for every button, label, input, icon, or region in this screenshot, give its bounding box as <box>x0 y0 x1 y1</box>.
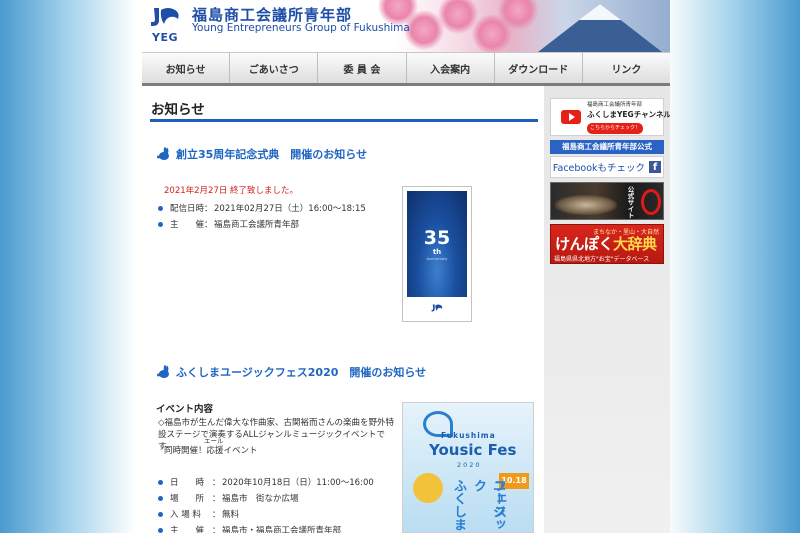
nav-item-greeting[interactable]: ごあいさつ <box>230 53 319 83</box>
poster-vertical-text: ふくしま <box>451 479 466 531</box>
page: YEG 福島商工会議所青年部 Young Entrepreneurs Group… <box>142 0 670 533</box>
bullet-icon <box>158 205 163 211</box>
bullet-icon <box>158 221 163 227</box>
poster-badge <box>413 473 443 503</box>
poster-small-text: Fukushima <box>441 431 496 440</box>
ruby-line: エール 同時開催！応援イベント <box>164 437 258 456</box>
event-subheading: イベント内容 <box>156 404 214 415</box>
poster-footer <box>407 297 467 319</box>
facebook-banner[interactable]: Facebookもチェック f <box>550 156 664 178</box>
row-label: 主 催 <box>170 220 205 230</box>
kenpoku-title-b: 大辞典 <box>613 235 657 253</box>
info-row: 入 場 料 ： 無料 <box>158 508 239 520</box>
logo-icon[interactable] <box>148 4 182 30</box>
poster-year: 2020 <box>457 461 482 469</box>
nav-item-download[interactable]: ダウンロード <box>495 53 583 83</box>
main-content: お知らせ 創立35周年記念式典 開催のお知らせ 2021年2月27日 終了致しま… <box>150 92 540 533</box>
crowd-image <box>555 195 617 215</box>
nav-item-committee[interactable]: 委 員 会 <box>318 53 407 83</box>
sidebar: 福島商工会議所青年部 ふくしまYEGチャンネル こちらからチェック！ 福島商工会… <box>544 86 670 533</box>
nav-item-links[interactable]: リンク <box>583 53 670 83</box>
bullet-icon <box>158 511 163 517</box>
row-value: 2021年02月27日（土）16:00～18:15 <box>214 204 366 214</box>
youtube-icon <box>561 110 581 124</box>
row-value: 福島市・福島商工会議所青年部 <box>222 526 342 533</box>
logo-text: YEG <box>152 31 179 44</box>
youtube-line1: 福島商工会議所青年部 <box>587 101 643 108</box>
info-row: 主 催 ： 福島商工会議所青年部 <box>158 218 299 230</box>
site-header: YEG 福島商工会議所青年部 Young Entrepreneurs Group… <box>142 0 670 52</box>
kenpoku-caption: 福島県県北地方"お宝"データベース <box>554 256 650 263</box>
rabbit-icon <box>157 147 169 160</box>
youtube-banner[interactable]: 福島商工会議所青年部 ふくしまYEGチャンネル こちらからチェック！ <box>550 98 670 136</box>
poster-vertical-text: フェス <box>491 479 506 518</box>
row-label: 日 時 <box>170 478 205 488</box>
youtube-line2: ふくしまYEGチャンネル <box>587 109 670 119</box>
poster-title: Yousic Fes <box>429 441 517 459</box>
poster-art: 35 th Anniversary <box>407 191 467 297</box>
facebook-label: Facebookもチェック <box>552 163 646 174</box>
circle-logo-icon <box>641 189 661 215</box>
main-nav: お知らせ ごあいさつ 委 員 会 入会案内 ダウンロード リンク <box>142 52 670 86</box>
row-value: 2020年10月18日（日）11:00～16:00 <box>222 478 374 488</box>
bullet-icon <box>158 479 163 485</box>
music-fes-poster[interactable]: Fukushima Yousic Fes 2020 10.18 ふくしま ユージ… <box>402 402 534 533</box>
poster-number: 35 <box>423 227 451 249</box>
ruby-text: 同時開催！応援イベント <box>164 446 258 456</box>
logo-icon <box>431 304 443 312</box>
kenpoku-title: けんぽく大辞典 <box>555 233 657 254</box>
page-title: お知らせ <box>150 98 538 122</box>
ruby-reading: エール <box>204 437 224 445</box>
poster-subtitle: Anniversary <box>426 257 448 261</box>
news-heading-text: ふくしまユージックフェス2020 開催のお知らせ <box>176 366 427 379</box>
bullet-icon <box>158 527 163 533</box>
info-row: 配信日時 ： 2021年02月27日（土）16:00～18:15 <box>158 202 366 214</box>
event-status: 2021年2月27日 終了致しました。 <box>164 186 299 196</box>
row-value: 福島市 街なか広場 <box>222 494 299 504</box>
official-site-banner[interactable]: 公式サイト <box>550 182 664 220</box>
row-value: 福島商工会議所青年部 <box>214 220 300 230</box>
news-heading-anniversary[interactable]: 創立35周年記念式典 開催のお知らせ <box>156 146 367 162</box>
mountain-snow <box>579 4 621 20</box>
row-value: 無料 <box>222 510 240 520</box>
row-label: 場 所 <box>170 494 205 504</box>
news-heading-text: 創立35周年記念式典 開催のお知らせ <box>176 148 368 161</box>
youtube-text: 福島商工会議所青年部 ふくしまYEGチャンネル こちらからチェック！ <box>587 101 670 134</box>
nav-item-news[interactable]: お知らせ <box>142 53 231 83</box>
nav-item-membership[interactable]: 入会案内 <box>407 53 495 83</box>
youtube-cta: こちらからチェック！ <box>587 122 644 134</box>
info-row: 日 時 ： 2020年10月18日（日）11:00～16:00 <box>158 476 374 488</box>
poster-suffix: th <box>432 248 442 256</box>
rabbit-icon <box>157 365 169 378</box>
facebook-header: 福島商工会議所青年部公式 <box>550 140 664 154</box>
kenpoku-title-a: けんぽく <box>555 235 614 253</box>
kenpoku-banner[interactable]: まちなか・里山・大自然 けんぽく大辞典 福島県県北地方"お宝"データベース <box>550 224 664 264</box>
anniversary-poster[interactable]: 35 th Anniversary <box>402 186 472 322</box>
site-subtitle: Young Entrepreneurs Group of Fukushima <box>192 22 410 34</box>
info-row: 場 所 ： 福島市 街なか広場 <box>158 492 299 504</box>
facebook-icon: f <box>649 161 662 173</box>
row-label: 入 場 料 <box>170 510 201 520</box>
official-site-text: 公式サイト <box>626 186 634 219</box>
news-heading-music-fes[interactable]: ふくしまユージックフェス2020 開催のお知らせ <box>156 364 426 380</box>
bullet-icon <box>158 495 163 501</box>
info-row: 主 催 ： 福島市・福島商工会議所青年部 <box>158 524 341 533</box>
row-label: 主 催 <box>170 526 205 533</box>
row-label: 配信日時 <box>170 204 205 214</box>
